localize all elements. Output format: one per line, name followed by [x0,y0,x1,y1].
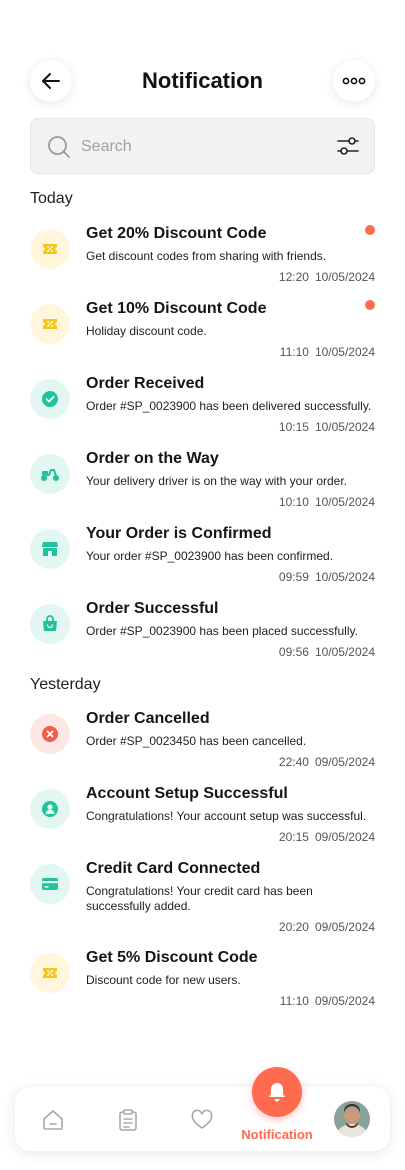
unread-indicator [365,225,375,235]
scooter-icon [30,454,70,494]
notification-description: Order #SP_0023900 has been placed succes… [86,624,358,638]
bottom-navigation: Notification [15,1067,390,1151]
discount-ticket-icon [30,229,70,269]
notification-title: Get 10% Discount Code [86,300,267,317]
notification-title: Order Received [86,375,205,392]
notification-timestamp: 22:40 09/05/2024 [278,755,375,769]
cancel-circle-icon [30,714,70,754]
profile-avatar[interactable] [334,1101,370,1137]
notification-description: Congratulations! Your account setup was … [86,809,367,823]
notification-title: Get 20% Discount Code [86,225,267,242]
notification-description: Order #SP_0023900 has been delivered suc… [86,399,372,413]
notification-title: Credit Card Connected [86,860,261,877]
credit-card-icon [30,864,70,904]
nav-home[interactable] [40,1107,66,1133]
notification-description: Your delivery driver is on the way with … [86,474,348,488]
notification-item[interactable]: Order on the Way Your delivery driver is… [30,450,375,520]
nav-notification[interactable] [252,1067,302,1117]
search-input[interactable] [81,133,311,161]
notification-title: Account Setup Successful [86,785,288,802]
notification-title: Your Order is Confirmed [86,525,272,542]
notification-item[interactable]: Your Order is Confirmed Your order #SP_0… [30,525,375,595]
notification-timestamp: 20:20 09/05/2024 [278,920,375,934]
header: Notification [30,60,375,104]
notification-description: Get discount codes from sharing with fri… [86,249,327,263]
notification-timestamp: 10:15 10/05/2024 [278,420,375,434]
page-title: Notification [142,68,263,93]
notification-item[interactable]: Get 10% Discount Code Holiday discount c… [30,300,375,370]
notification-title: Order Successful [86,600,219,617]
heart-icon [191,1109,213,1129]
search-icon [48,136,70,158]
user-circle-icon [30,789,70,829]
notification-item[interactable]: Account Setup Successful Congratulations… [30,785,375,855]
more-button[interactable] [333,60,375,102]
store-icon [30,529,70,569]
notification-item[interactable]: Order Successful Order #SP_0023900 has b… [30,600,375,670]
notification-description: Holiday discount code. [86,324,207,338]
notification-timestamp: 12:20 10/05/2024 [278,270,375,284]
check-circle-icon [30,379,70,419]
discount-ticket-icon [30,304,70,344]
unread-indicator [365,300,375,310]
section-label-today: Today [30,190,73,207]
notification-description: Order #SP_0023450 has been cancelled. [86,734,307,748]
notification-timestamp: 09:59 10/05/2024 [278,570,375,584]
discount-ticket-icon [30,953,70,993]
nav-orders[interactable] [115,1107,141,1133]
home-icon [43,1110,63,1130]
notification-timestamp: 10:10 10/05/2024 [278,495,375,509]
nav-notification-label[interactable]: Notification [227,1127,327,1142]
notification-item[interactable]: Credit Card Connected Congratulations! Y… [30,860,375,940]
filter-icon[interactable] [336,134,360,158]
bell-icon [269,1083,285,1102]
notification-timestamp: 11:10 10/05/2024 [279,345,375,359]
notification-item[interactable]: Order Cancelled Order #SP_0023450 has be… [30,710,375,780]
clipboard-icon [119,1109,137,1131]
notification-item[interactable]: Get 20% Discount Code Get discount codes… [30,225,375,295]
search-bar [30,118,375,174]
notification-title: Order Cancelled [86,710,210,727]
more-horizontal-icon [342,77,366,85]
notification-timestamp: 09:56 10/05/2024 [278,645,375,659]
notification-timestamp: 11:10 09/05/2024 [279,994,375,1008]
section-label-yesterday: Yesterday [30,676,101,693]
notification-description: Discount code for new users. [86,973,241,987]
notification-timestamp: 20:15 09/05/2024 [278,830,375,844]
notification-item[interactable]: Order Received Order #SP_0023900 has bee… [30,375,375,445]
shopping-bag-icon [30,604,70,644]
notification-description: Congratulations! Your credit card has be… [86,884,313,913]
notification-title: Get 5% Discount Code [86,949,258,966]
notification-item[interactable]: Get 5% Discount Code Discount code for n… [30,949,375,1019]
notification-title: Order on the Way [86,450,219,467]
nav-favorites[interactable] [189,1107,215,1133]
notification-description: Your order #SP_0023900 has been confirme… [86,549,334,563]
